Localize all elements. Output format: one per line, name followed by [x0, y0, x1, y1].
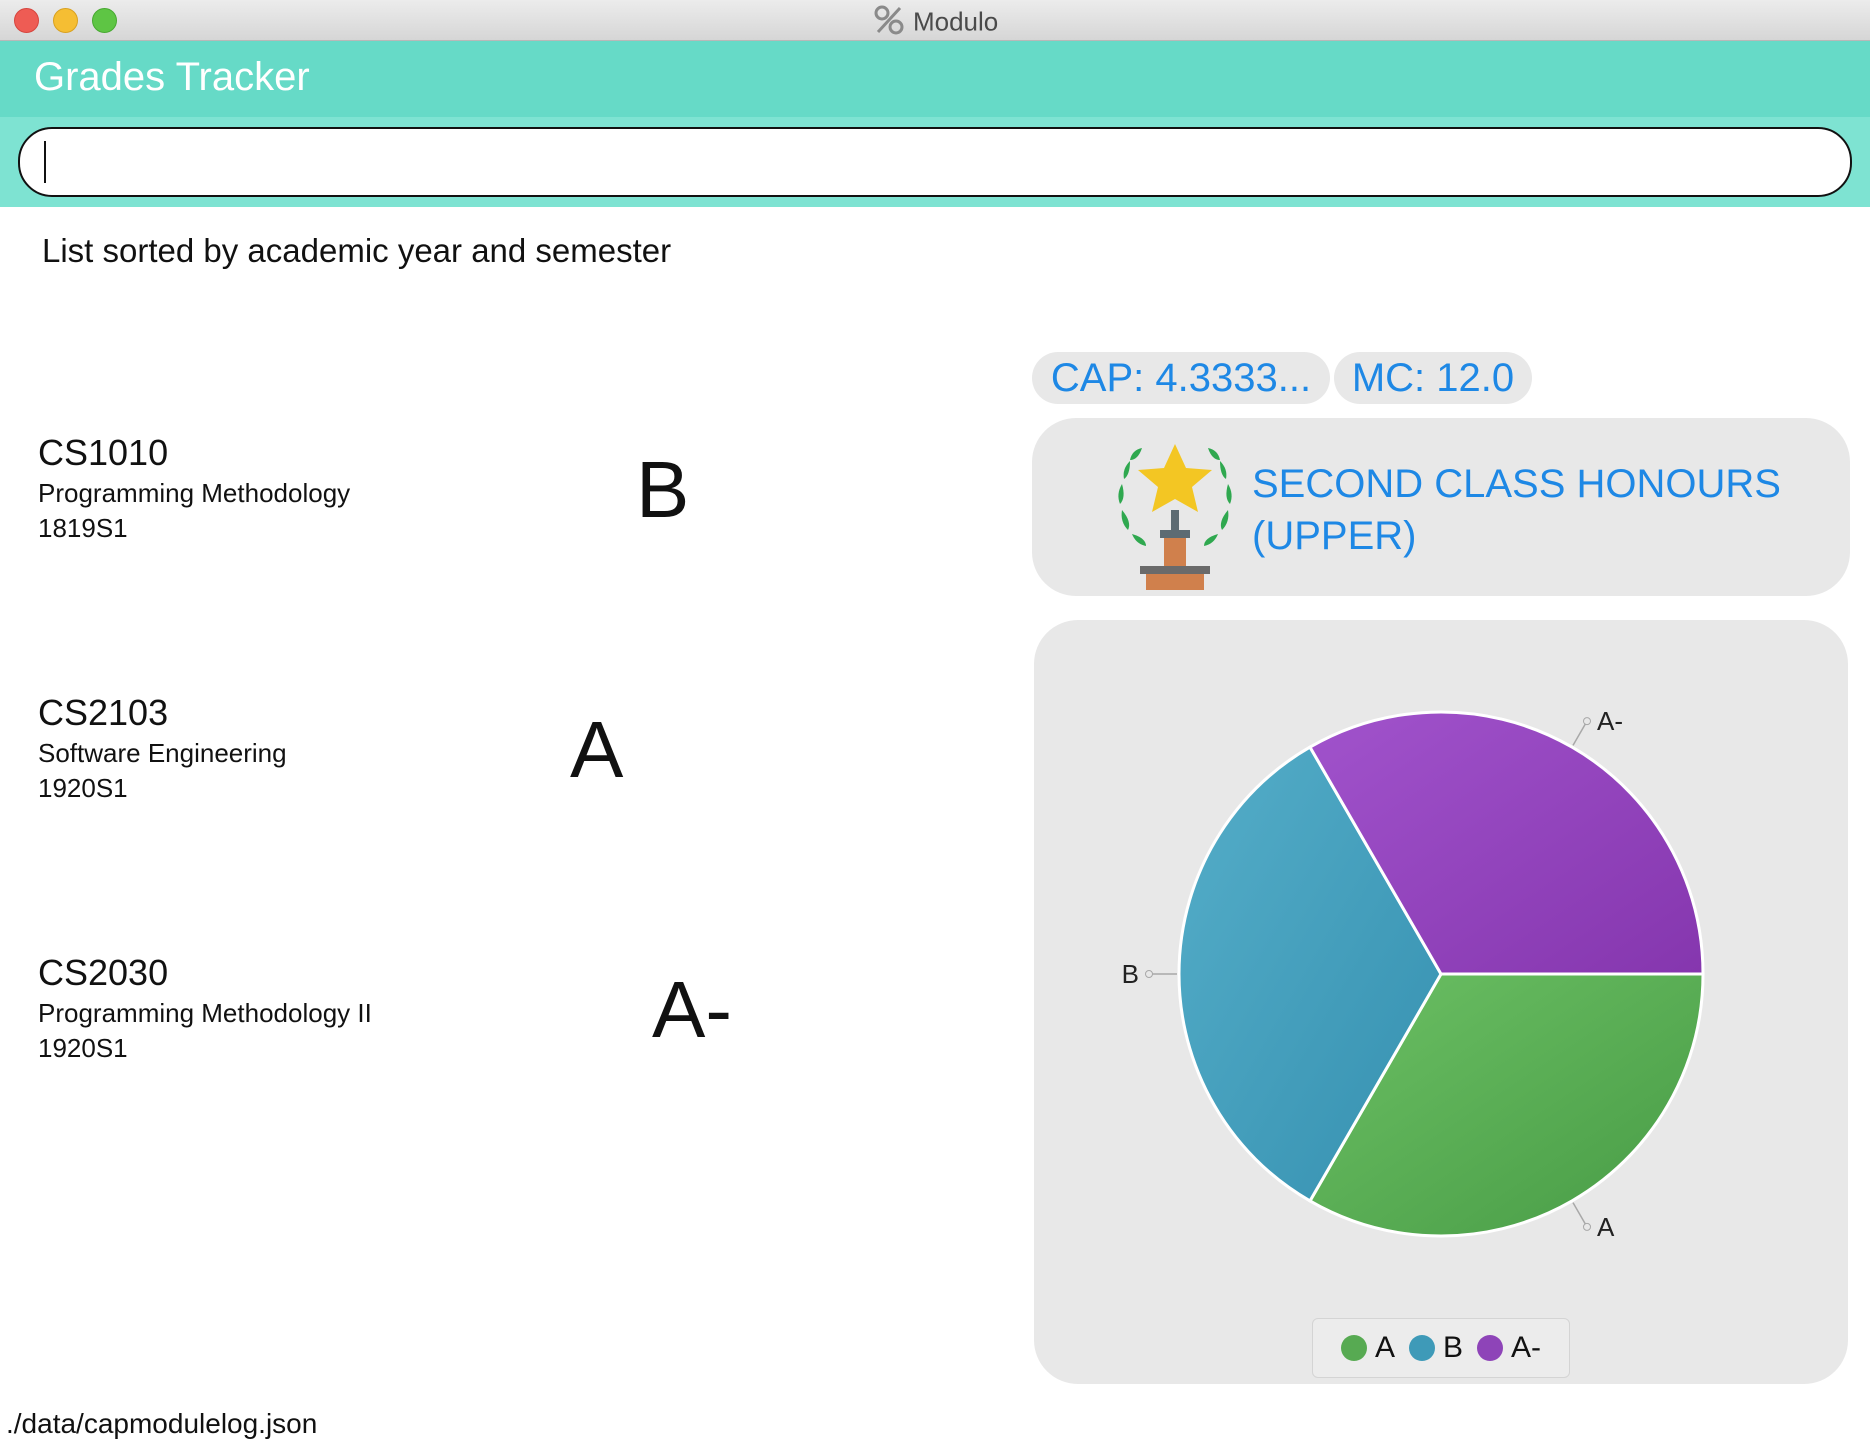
command-input[interactable]	[44, 135, 1828, 189]
pie-slice-label: A-	[1597, 706, 1623, 736]
pie-label-dot	[1583, 1222, 1591, 1231]
percent-icon	[872, 4, 906, 43]
app-header: Grades Tracker	[0, 41, 1870, 117]
result-message: List sorted by academic year and semeste…	[42, 232, 672, 269]
honours-label: SECOND CLASS HONOURS (UPPER)	[1252, 458, 1781, 562]
module-code: CS2103	[38, 692, 169, 733]
chart-legend: A B A-	[1312, 1318, 1570, 1378]
legend-label: A-	[1511, 1331, 1542, 1364]
module-semester: 1819S1	[38, 513, 128, 543]
grade-chart-card: A B A- A B A-	[1034, 620, 1848, 1384]
honours-line-1: SECOND CLASS HONOURS	[1252, 462, 1781, 506]
window-title: Modulo	[912, 6, 999, 37]
cap-badge: CAP: 4.3333...	[1032, 352, 1330, 404]
mc-badge: MC: 12.0	[1334, 352, 1532, 404]
module-semester: 1920S1	[38, 1033, 128, 1063]
pie-label-dot	[1583, 717, 1591, 726]
module-name: Programming Methodology	[38, 478, 351, 508]
legend-swatch	[1477, 1335, 1504, 1361]
legend-item-b: B	[1409, 1331, 1463, 1365]
window-title-area: Modulo	[0, 4, 1870, 43]
module-name: Software Engineering	[38, 738, 287, 768]
list-item[interactable]: CS2030 Programming Methodology II 1920S1	[38, 952, 372, 1064]
list-item[interactable]: CS1010 Programming Methodology 1819S1	[38, 432, 350, 544]
grade-pie-chart: A B A-	[1122, 706, 1705, 1242]
pie-label-dot	[1145, 970, 1153, 978]
trophy-icon	[1100, 426, 1250, 596]
pie-slice-label: B	[1122, 959, 1139, 989]
pie-label-line	[1572, 720, 1588, 746]
legend-label: B	[1443, 1331, 1464, 1364]
pie-label-line	[1572, 1202, 1588, 1228]
module-code: CS2030	[38, 952, 169, 993]
pie-slice-label: A	[1597, 1212, 1615, 1242]
status-bar-path: ./data/capmodulelog.json	[6, 1408, 318, 1439]
command-area	[0, 117, 1870, 207]
module-grade: A-	[652, 965, 732, 1054]
honours-card: SECOND CLASS HONOURS (UPPER)	[1032, 418, 1850, 596]
legend-swatch	[1340, 1335, 1367, 1361]
list-item[interactable]: CS2103 Software Engineering 1920S1	[38, 692, 287, 804]
honours-line-2: (UPPER)	[1252, 514, 1417, 558]
module-grade: A	[570, 705, 624, 794]
page-title: Grades Tracker	[34, 55, 310, 99]
window-titlebar: Modulo	[0, 0, 1870, 41]
legend-item-a: A	[1340, 1331, 1395, 1365]
module-grade: B	[636, 445, 690, 534]
module-code: CS1010	[38, 432, 169, 473]
module-semester: 1920S1	[38, 773, 128, 803]
legend-label: A	[1374, 1331, 1395, 1364]
legend-item-a-minus: A-	[1477, 1331, 1541, 1365]
legend-swatch	[1409, 1335, 1435, 1361]
module-name: Programming Methodology II	[38, 998, 372, 1028]
command-box[interactable]	[18, 127, 1852, 197]
